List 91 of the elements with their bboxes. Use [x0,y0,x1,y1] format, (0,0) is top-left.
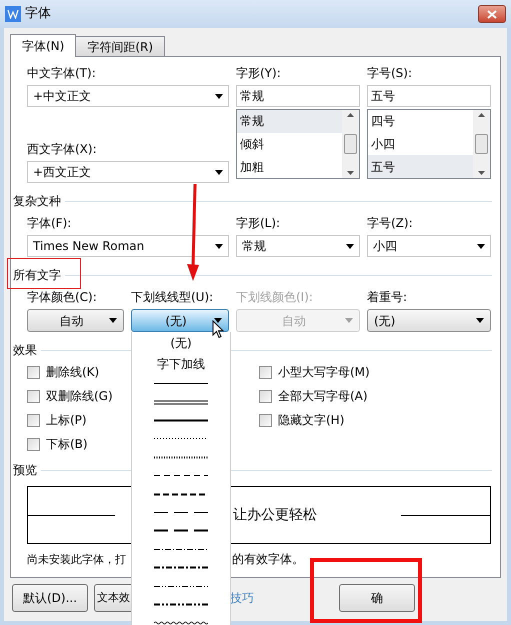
dropdown-field[interactable]: +中文正文 [27,85,229,107]
caret-icon [215,94,223,98]
menu-item[interactable]: (无) [132,332,230,354]
field-label: 着重号: [367,289,408,306]
wavy-line-option[interactable] [154,620,208,625]
field-label: 西文字体(X): [27,141,98,158]
section-title: 复杂文种 [13,193,62,210]
field-label: 字号(Z): [367,215,414,232]
hint-text: 的有效字体。 [232,551,304,568]
line-style-option[interactable] [154,492,208,496]
dropdown-field[interactable]: +西文正文 [27,161,229,183]
scroll-up-icon[interactable] [347,113,354,117]
scroll-thumb[interactable] [475,134,488,154]
field-label: 字体(F): [27,215,72,232]
tab[interactable]: 字符间距(R) [75,36,166,56]
line-style-option[interactable] [154,548,208,551]
size-input[interactable]: 五号 [367,85,491,107]
caret-icon [477,244,485,248]
line-style-option[interactable] [154,456,208,459]
field-label: 字体颜色(C): [27,289,98,306]
caret-icon [109,318,117,323]
caret-icon [345,318,353,323]
line-style-option[interactable] [154,566,208,570]
field-label: 下划线线型(U): [131,289,214,306]
dialog-button[interactable]: 确 [339,584,415,612]
hint-text: 尚未安装此字体，打 [27,552,126,566]
checkbox-label: 下标(B) [46,436,88,453]
list-box[interactable]: 常规 倾斜 加粗 [236,109,360,179]
dropdown-field[interactable]: 小四 [367,235,491,257]
caret-icon [346,244,354,248]
checkbox[interactable] [27,438,40,450]
scrollbar[interactable] [342,110,359,178]
line-style-option[interactable] [154,602,208,606]
line-style-option[interactable] [154,437,208,440]
checkbox[interactable] [27,366,40,378]
dropdown-button[interactable]: (无) [367,309,491,332]
app-logo-icon [5,6,21,22]
style-input[interactable]: 常规 [236,85,360,107]
line-style-option[interactable] [154,529,208,532]
dropdown-field[interactable]: 常规 [236,235,360,257]
checkbox-label: 全部大写字母(A) [278,388,368,405]
menu-item[interactable]: 字下加线 [132,353,230,375]
line-style-option[interactable] [154,474,208,478]
scroll-down-icon[interactable] [478,171,485,175]
tab[interactable]: 字体(N) [10,34,76,57]
section-title: 所有文字 [13,267,62,284]
list-item[interactable]: 倾斜 [237,132,342,156]
scroll-down-icon[interactable] [347,171,354,175]
caret-icon [215,170,223,174]
line-style-option[interactable] [154,382,208,386]
checkbox[interactable] [27,390,40,402]
dropdown-field[interactable]: Times New Roman [27,235,229,257]
checkbox[interactable] [259,414,272,426]
line-style-option[interactable] [154,400,208,405]
scroll-up-icon[interactable] [478,113,485,117]
checkbox[interactable] [259,366,272,378]
field-label: 字形(Y): [236,65,282,82]
caret-icon [215,244,223,248]
section-title: 效果 [13,342,38,359]
caret-icon [214,318,222,323]
checkbox-label: 删除线(K) [46,364,100,381]
checkbox[interactable] [27,414,40,426]
field-label: 中文字体(T): [27,65,97,82]
checkbox-label: 双删除线(G) [46,388,113,405]
checkbox-label: 上标(P) [46,412,87,429]
field-label: 字形(L): [236,215,282,232]
scroll-thumb[interactable] [344,134,357,154]
list-item[interactable]: 小四 [368,132,473,156]
field-label: 字号(S): [367,65,414,82]
checkbox-label: 隐藏文字(H) [278,412,344,429]
dropdown-button[interactable]: (无) [131,309,229,332]
dialog-button[interactable]: 默认(D)... [12,584,88,612]
list-item[interactable]: 四号 [368,110,473,133]
list-item[interactable]: 常规 [237,110,342,133]
caret-icon [476,318,484,323]
field-label: 下划线颜色(I): [236,289,314,306]
list-item[interactable]: 加粗 [237,155,342,178]
scrollbar[interactable] [473,110,490,178]
line-style-option[interactable] [154,584,208,588]
dropdown-button[interactable]: 自动 [27,309,124,332]
checkbox-label: 小型大写字母(M) [278,364,370,381]
section-title: 预览 [13,462,38,479]
close-button[interactable] [478,5,506,23]
line-style-option[interactable] [154,419,208,422]
window-title: 字体 [25,5,52,24]
list-item[interactable]: 五号 [368,155,473,178]
line-style-option[interactable] [154,511,208,514]
list-box[interactable]: 四号 小四 五号 [367,109,491,179]
close-icon [487,10,497,18]
preview-text: 让办公更轻松 [233,506,317,524]
checkbox[interactable] [259,390,272,402]
